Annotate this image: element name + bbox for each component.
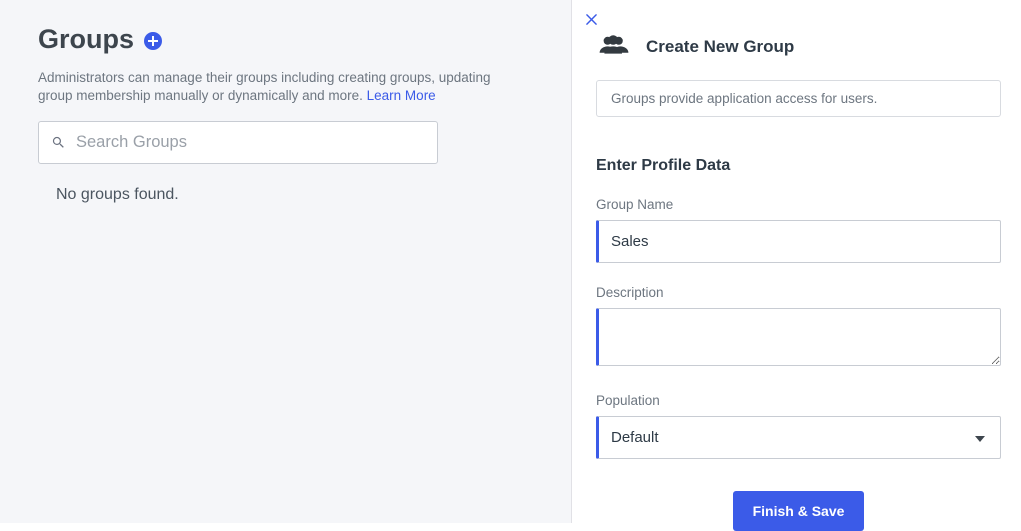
description-field: Description [596, 285, 1001, 371]
people-icon [598, 33, 630, 60]
search-icon [51, 135, 66, 150]
panel-footer: Finish & Save [596, 491, 1001, 531]
close-panel-button[interactable] [586, 10, 597, 31]
panel-header: Create New Group [598, 33, 1001, 60]
empty-state-message: No groups found. [56, 186, 541, 204]
population-selected-value: Default [611, 429, 659, 446]
group-name-label: Group Name [596, 197, 1001, 212]
description-input[interactable] [596, 308, 1001, 366]
learn-more-link[interactable]: Learn More [367, 88, 436, 103]
plus-icon [148, 36, 158, 46]
population-field: Population Default [596, 393, 1001, 459]
group-name-input[interactable] [596, 220, 1001, 263]
section-title: Enter Profile Data [596, 157, 1001, 175]
search-groups-input[interactable] [76, 133, 425, 152]
page-header: Groups [38, 24, 541, 55]
close-icon [586, 14, 597, 25]
info-banner: Groups provide application access for us… [596, 80, 1001, 117]
page-title: Groups [38, 24, 134, 55]
description-label: Description [596, 285, 1001, 300]
page-subtext: Administrators can manage their groups i… [38, 69, 518, 105]
add-group-button[interactable] [144, 32, 162, 50]
panel-title: Create New Group [646, 37, 794, 57]
population-select[interactable]: Default [596, 416, 1001, 459]
groups-main-pane: Groups Administrators can manage their g… [0, 0, 572, 523]
search-groups-wrap[interactable] [38, 121, 438, 164]
population-label: Population [596, 393, 1001, 408]
finish-save-button[interactable]: Finish & Save [733, 491, 865, 531]
create-group-panel: Create New Group Groups provide applicat… [572, 0, 1021, 523]
population-select-wrap[interactable]: Default [596, 416, 1001, 459]
group-name-field: Group Name [596, 197, 1001, 263]
